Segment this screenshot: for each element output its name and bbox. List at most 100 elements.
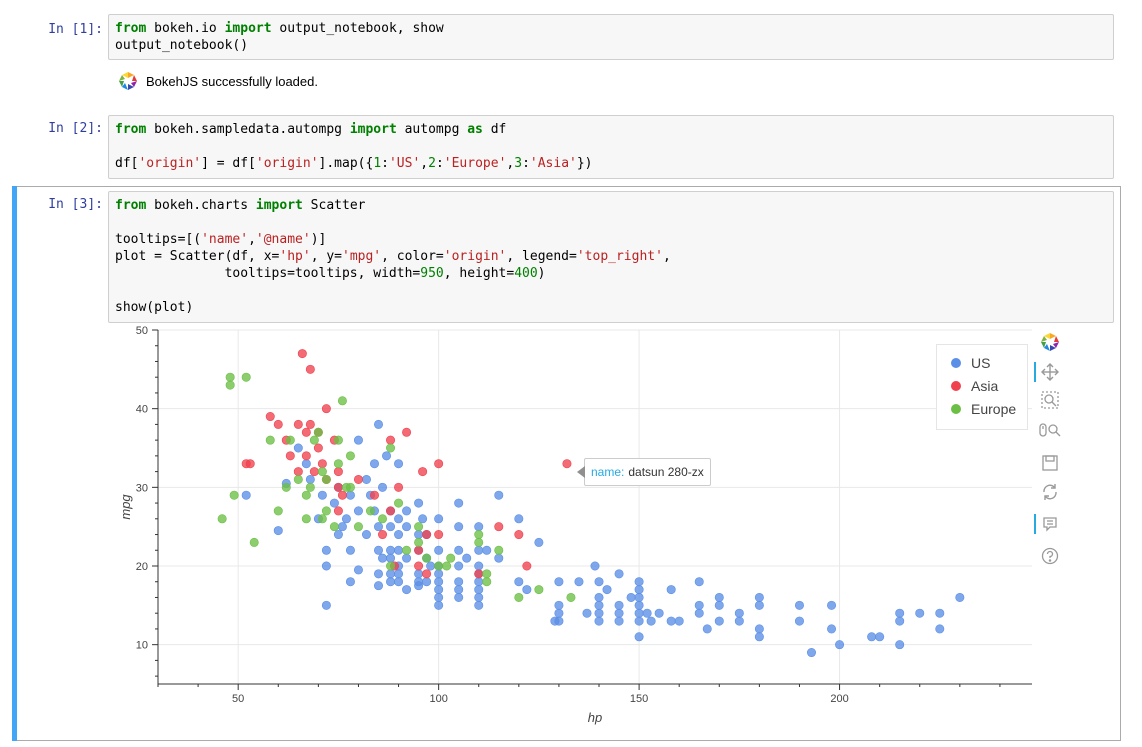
data-point-us[interactable] (386, 553, 396, 563)
data-point-us[interactable] (454, 577, 464, 587)
data-point-us[interactable] (634, 632, 644, 642)
data-point-us[interactable] (345, 545, 355, 555)
data-point-asia[interactable] (265, 412, 275, 422)
data-point-europe[interactable] (394, 498, 404, 508)
data-point-asia[interactable] (414, 545, 424, 555)
data-point-asia[interactable] (273, 419, 283, 429)
data-point-us[interactable] (714, 592, 724, 602)
data-point-us[interactable] (534, 537, 544, 547)
data-point-us[interactable] (414, 498, 424, 508)
data-point-us[interactable] (714, 600, 724, 610)
data-point-us[interactable] (895, 616, 905, 626)
data-point-us[interactable] (402, 585, 412, 595)
data-point-us[interactable] (794, 600, 804, 610)
data-point-us[interactable] (594, 577, 604, 587)
data-point-europe[interactable] (249, 537, 259, 547)
data-point-us[interactable] (386, 545, 396, 555)
data-point-us[interactable] (474, 577, 484, 587)
data-point-europe[interactable] (317, 514, 327, 524)
hover-icon[interactable] (1034, 512, 1064, 536)
data-point-us[interactable] (754, 632, 764, 642)
code-input[interactable]: from bokeh.charts import Scatter tooltips… (108, 191, 1114, 323)
data-point-us[interactable] (626, 592, 636, 602)
data-point-us[interactable] (345, 577, 355, 587)
data-point-us[interactable] (402, 553, 412, 563)
data-point-us[interactable] (374, 581, 384, 591)
data-point-us[interactable] (474, 561, 484, 571)
data-point-europe[interactable] (378, 514, 388, 524)
data-point-us[interactable] (654, 608, 664, 618)
wheel-zoom-icon[interactable] (1036, 418, 1064, 442)
data-point-europe[interactable] (217, 514, 227, 524)
data-point-asia[interactable] (474, 569, 484, 579)
data-point-us[interactable] (594, 608, 604, 618)
data-point-us[interactable] (634, 585, 644, 595)
data-point-europe[interactable] (434, 561, 444, 571)
data-point-us[interactable] (305, 474, 315, 484)
data-point-us[interactable] (414, 569, 424, 579)
data-point-us[interactable] (394, 459, 404, 469)
data-point-europe[interactable] (301, 514, 311, 524)
data-point-europe[interactable] (225, 380, 235, 390)
data-point-europe[interactable] (422, 553, 432, 563)
data-point-us[interactable] (426, 561, 436, 571)
data-point-us[interactable] (321, 561, 331, 571)
data-point-asia[interactable] (313, 443, 323, 453)
data-point-us[interactable] (418, 514, 428, 524)
data-point-us[interactable] (614, 600, 624, 610)
data-point-us[interactable] (414, 530, 424, 540)
data-point-us[interactable] (434, 569, 444, 579)
data-point-europe[interactable] (482, 577, 492, 587)
data-point-us[interactable] (341, 514, 351, 524)
data-point-europe[interactable] (241, 372, 251, 382)
data-point-europe[interactable] (482, 569, 492, 579)
data-point-us[interactable] (454, 498, 464, 508)
data-point-us[interactable] (474, 585, 484, 595)
data-point-us[interactable] (386, 522, 396, 532)
data-point-us[interactable] (634, 592, 644, 602)
data-point-asia[interactable] (378, 530, 388, 540)
data-point-asia[interactable] (333, 506, 343, 516)
data-point-us[interactable] (474, 592, 484, 602)
data-point-us[interactable] (590, 561, 600, 571)
data-point-us[interactable] (434, 577, 444, 587)
data-point-us[interactable] (434, 545, 444, 555)
data-point-europe[interactable] (345, 482, 355, 492)
data-point-asia[interactable] (353, 474, 363, 484)
data-point-asia[interactable] (317, 459, 327, 469)
data-point-us[interactable] (454, 592, 464, 602)
help-icon[interactable] (1036, 544, 1064, 568)
data-point-us[interactable] (454, 522, 464, 532)
data-point-us[interactable] (462, 553, 472, 563)
data-point-us[interactable] (827, 624, 837, 634)
data-point-asia[interactable] (402, 427, 412, 437)
data-point-us[interactable] (273, 526, 283, 536)
data-point-us[interactable] (935, 624, 945, 634)
data-point-us[interactable] (554, 616, 564, 626)
data-point-europe[interactable] (309, 435, 319, 445)
data-point-europe[interactable] (273, 506, 283, 516)
data-point-asia[interactable] (369, 490, 379, 500)
data-point-us[interactable] (554, 577, 564, 587)
data-point-europe[interactable] (402, 545, 412, 555)
data-point-us[interactable] (353, 506, 363, 516)
data-point-us[interactable] (301, 459, 311, 469)
data-point-europe[interactable] (345, 451, 355, 461)
data-point-us[interactable] (394, 569, 404, 579)
data-point-us[interactable] (895, 640, 905, 650)
data-point-us[interactable] (594, 600, 604, 610)
data-point-europe[interactable] (305, 482, 315, 492)
data-point-us[interactable] (374, 522, 384, 532)
data-point-us[interactable] (634, 577, 644, 587)
data-point-us[interactable] (394, 577, 404, 587)
data-point-asia[interactable] (434, 530, 444, 540)
data-point-europe[interactable] (386, 561, 396, 571)
data-point-europe[interactable] (281, 482, 291, 492)
data-point-us[interactable] (394, 530, 404, 540)
data-point-us[interactable] (434, 585, 444, 595)
data-point-us[interactable] (806, 648, 816, 658)
reset-icon[interactable] (1036, 480, 1064, 504)
box-zoom-icon[interactable] (1036, 388, 1064, 412)
data-point-asia[interactable] (337, 490, 347, 500)
data-point-us[interactable] (353, 565, 363, 575)
